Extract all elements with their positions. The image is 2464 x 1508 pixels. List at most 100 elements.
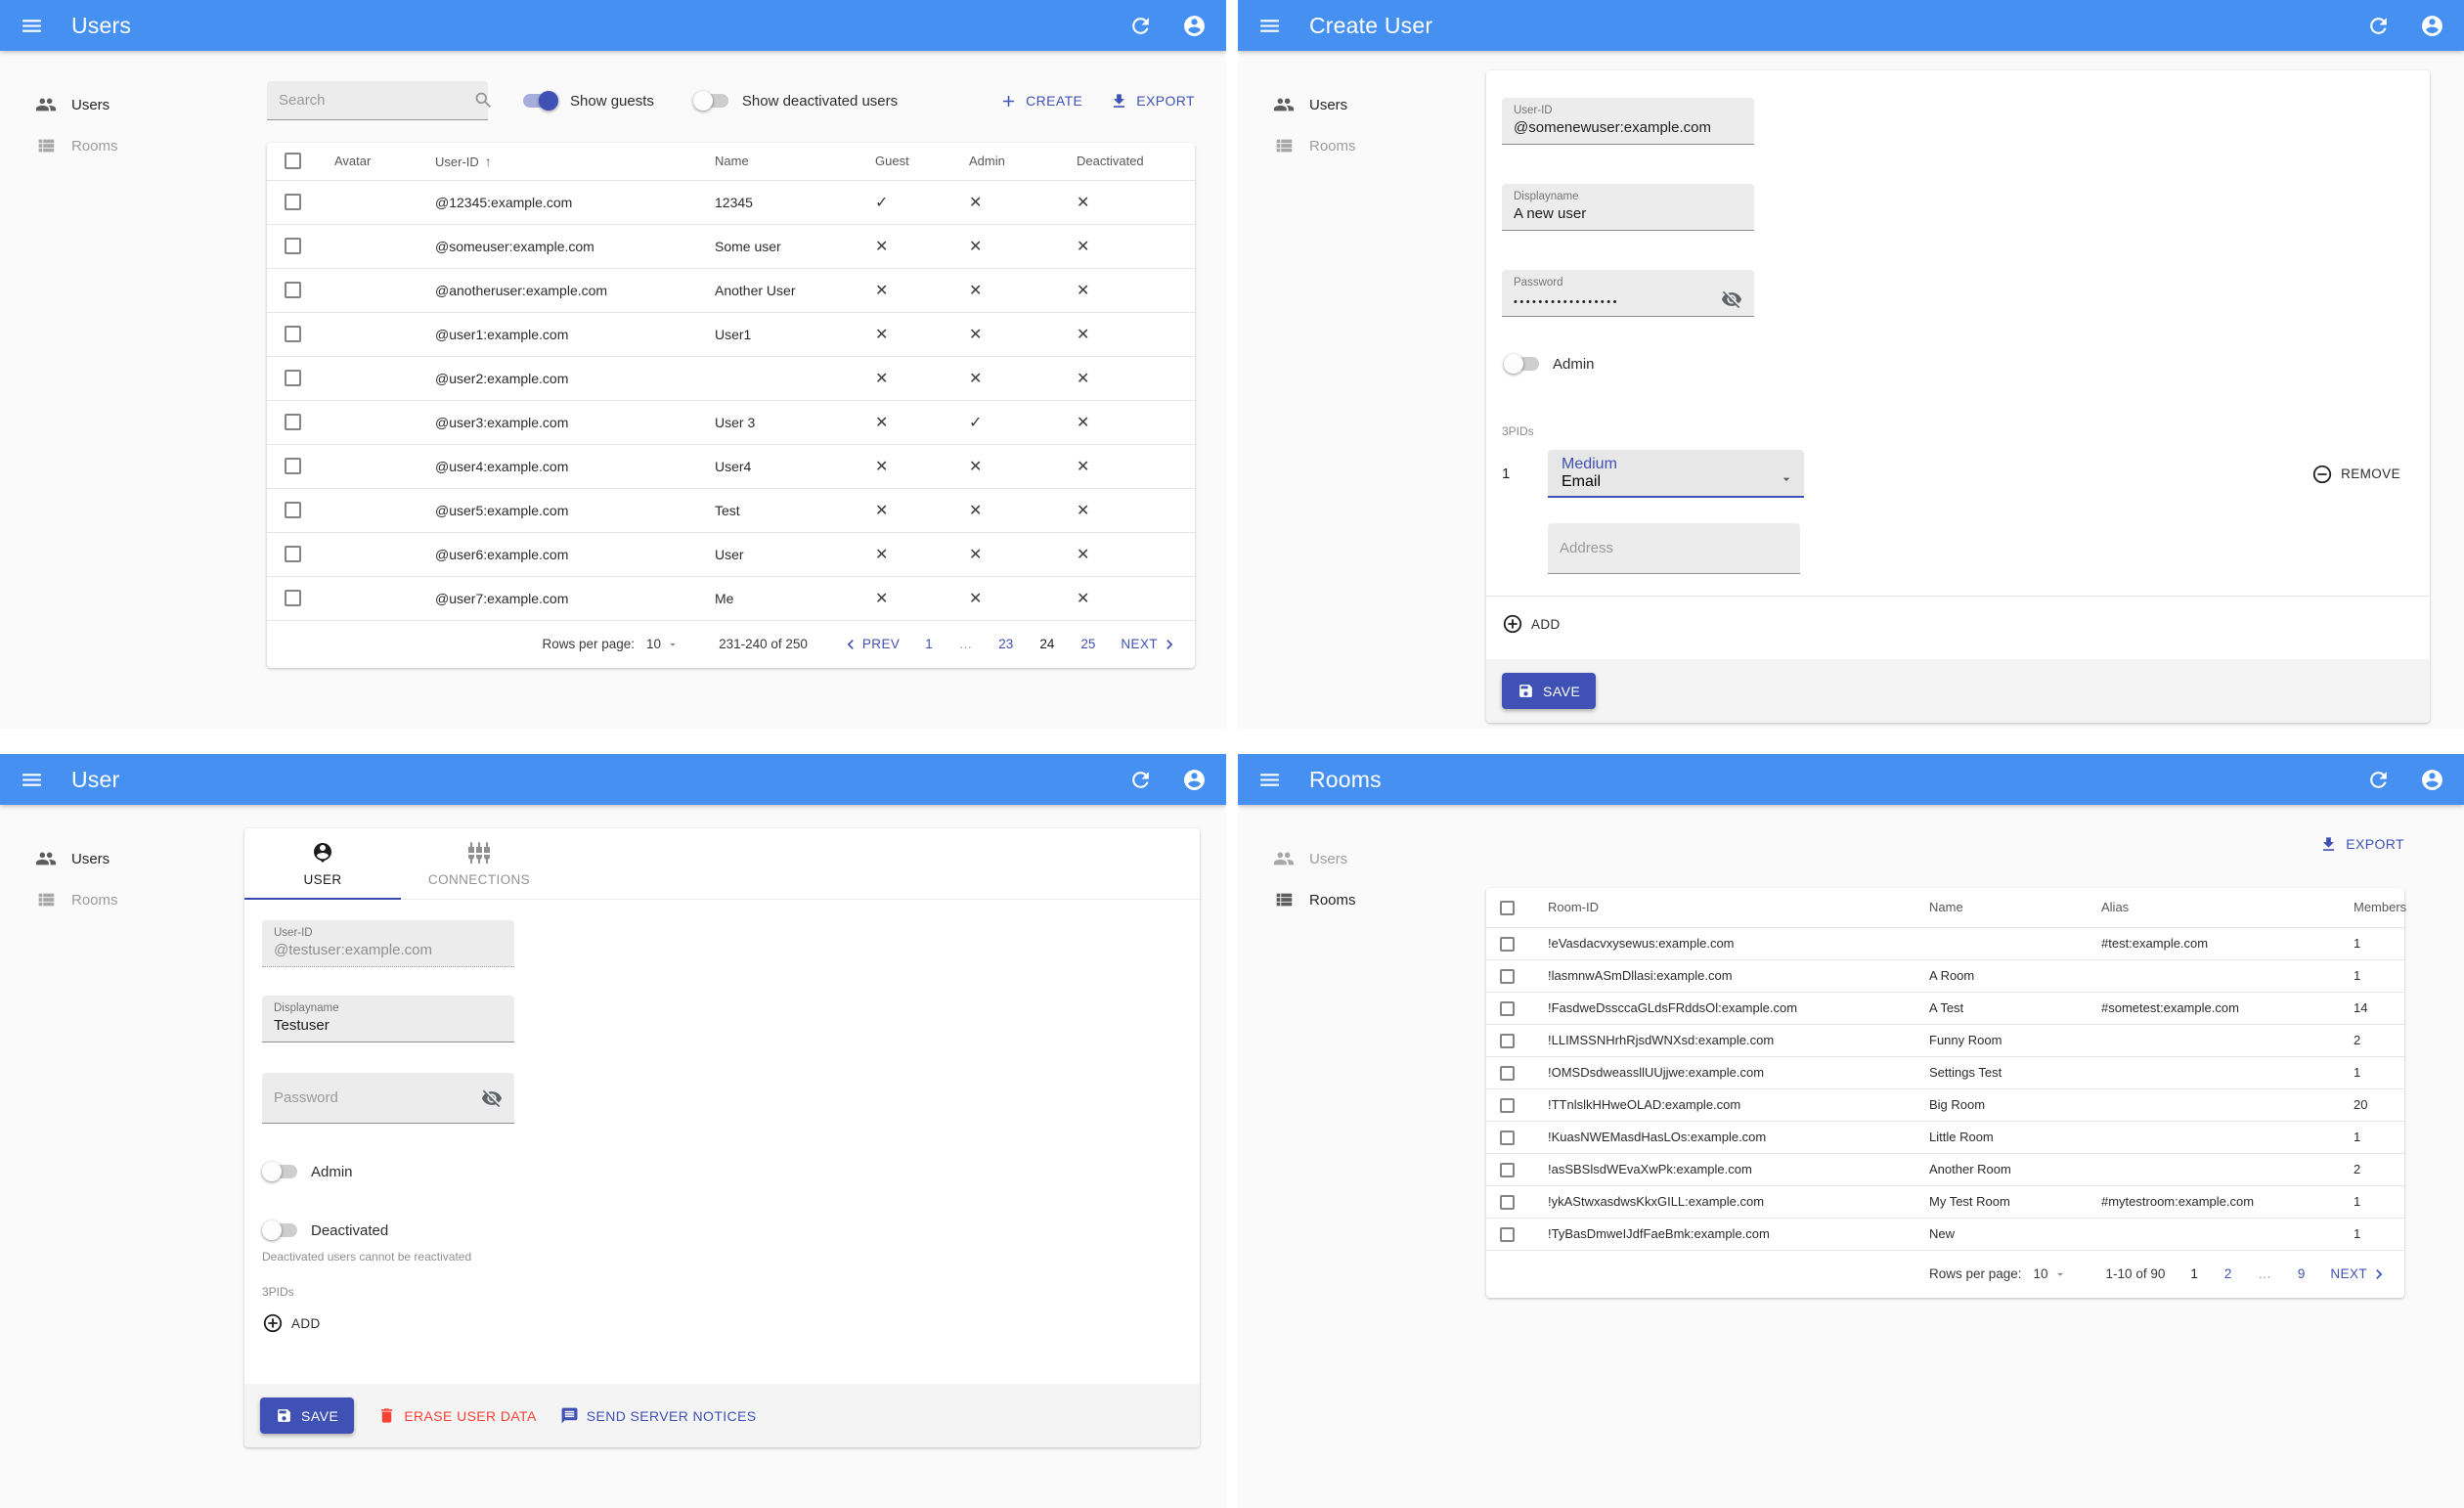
export-button[interactable]: EXPORT: [1110, 92, 1195, 111]
send-server-notices-button[interactable]: SEND SERVER NOTICES: [560, 1406, 757, 1425]
deactivated-switch[interactable]: [262, 1220, 299, 1240]
export-button[interactable]: EXPORT: [2319, 834, 2404, 854]
account-icon[interactable]: [2420, 768, 2444, 792]
room-table-row[interactable]: !lasmnwASmDllasi:example.com A Room 1: [1486, 959, 2404, 993]
room-table-row[interactable]: !ykAStwxasdwsKkxGILL:example.com My Test …: [1486, 1185, 2404, 1219]
user-id-field[interactable]: User-ID @somenewuser:example.com: [1502, 98, 1754, 145]
refresh-icon[interactable]: [1128, 768, 1153, 792]
row-checkbox[interactable]: [1500, 1000, 1515, 1016]
user-table-row[interactable]: @user6:example.com User ✕ ✕ ✕: [267, 532, 1195, 577]
tab-connections[interactable]: CONNECTIONS: [401, 828, 557, 899]
sidebar-item-rooms[interactable]: Rooms: [1238, 879, 1482, 920]
row-checkbox[interactable]: [285, 238, 301, 255]
room-table-row[interactable]: !TyBasDmweIJdfFaeBmk:example.com New 1: [1486, 1218, 2404, 1251]
row-checkbox[interactable]: [1500, 968, 1515, 984]
room-table-row[interactable]: !asSBSlsdWEvaXwPk:example.com Another Roo…: [1486, 1153, 2404, 1186]
sidebar-item-rooms[interactable]: Rooms: [0, 125, 244, 166]
admin-switch[interactable]: [262, 1162, 299, 1181]
next-button[interactable]: NEXT: [1121, 635, 1179, 654]
refresh-icon[interactable]: [2366, 768, 2391, 792]
room-table-row[interactable]: !LLIMSSNHrhRjsdWNXsd:example.com Funny Ro…: [1486, 1024, 2404, 1057]
rows-per-page-select[interactable]: 10: [646, 637, 680, 651]
user-table-row[interactable]: @12345:example.com 12345 ✓ ✕ ✕: [267, 180, 1195, 225]
rows-per-page-select[interactable]: 10: [2034, 1266, 2067, 1281]
page-link-25[interactable]: 25: [1080, 637, 1095, 651]
user-table-row[interactable]: @user1:example.com User1 ✕ ✕ ✕: [267, 312, 1195, 357]
page-link-9[interactable]: 9: [2298, 1266, 2306, 1281]
column-header-members[interactable]: Members: [2339, 888, 2406, 928]
admin-switch[interactable]: [1504, 354, 1541, 374]
column-header-room-id[interactable]: Room-ID: [1533, 888, 1914, 928]
remove-button[interactable]: REMOVE: [2311, 464, 2400, 485]
user-table-row[interactable]: @someuser:example.com Some user ✕ ✕ ✕: [267, 224, 1195, 269]
room-table-row[interactable]: !eVasdacvxysewus:example.com #test:exampl…: [1486, 927, 2404, 960]
account-icon[interactable]: [1182, 768, 1207, 792]
visibility-off-icon[interactable]: [1721, 288, 1742, 310]
displayname-field[interactable]: Displayname Testuser: [262, 996, 514, 1042]
row-checkbox[interactable]: [285, 414, 301, 431]
add-button[interactable]: ADD: [262, 1312, 321, 1334]
address-field[interactable]: Address: [1548, 523, 1800, 574]
row-checkbox[interactable]: [1500, 1065, 1515, 1081]
room-table-row[interactable]: !FasdweDssccaGLdsFRddsOl:example.com A Te…: [1486, 992, 2404, 1025]
sidebar-item-users[interactable]: Users: [1238, 838, 1482, 879]
row-checkbox[interactable]: [285, 502, 301, 519]
row-checkbox[interactable]: [285, 326, 301, 343]
room-table-row[interactable]: !TTnlslkHHweOLAD:example.com Big Room 20: [1486, 1088, 2404, 1122]
visibility-off-icon[interactable]: [481, 1087, 503, 1109]
room-table-row[interactable]: !KuasNWEMasdHasLOs:example.com Little Roo…: [1486, 1121, 2404, 1154]
displayname-field[interactable]: Displayname A new user: [1502, 184, 1754, 231]
page-link-2[interactable]: 2: [2224, 1266, 2232, 1281]
medium-select[interactable]: Medium Email: [1548, 450, 1804, 498]
row-checkbox[interactable]: [1500, 1033, 1515, 1048]
row-checkbox[interactable]: [285, 194, 301, 211]
search-field[interactable]: [267, 81, 488, 120]
create-button[interactable]: CREATE: [999, 92, 1082, 111]
row-checkbox[interactable]: [1500, 1097, 1515, 1113]
column-header-deactivated[interactable]: Deactivated: [1065, 143, 1195, 181]
column-header-alias[interactable]: Alias: [2087, 888, 2339, 928]
column-header-guest[interactable]: Guest: [863, 143, 957, 181]
row-checkbox[interactable]: [285, 590, 301, 607]
user-table-row[interactable]: @user7:example.com Me ✕ ✕ ✕: [267, 576, 1195, 621]
account-icon[interactable]: [1182, 14, 1207, 38]
refresh-icon[interactable]: [2366, 14, 2391, 38]
user-table-row[interactable]: @user4:example.com User4 ✕ ✕ ✕: [267, 444, 1195, 489]
show-deactivated-switch[interactable]: [692, 91, 730, 111]
user-table-row[interactable]: @anotheruser:example.com Another User ✕ ✕ ✕: [267, 268, 1195, 313]
hamburger-menu-icon[interactable]: [1257, 768, 1282, 792]
column-header-admin[interactable]: Admin: [957, 143, 1065, 181]
hamburger-menu-icon[interactable]: [1257, 14, 1282, 38]
add-button[interactable]: ADD: [1502, 613, 1561, 635]
room-table-row[interactable]: !OMSDsdweassllUUjjwe:example.com Settings…: [1486, 1056, 2404, 1089]
row-checkbox[interactable]: [1500, 1162, 1515, 1177]
password-field[interactable]: Password: [262, 1073, 514, 1124]
account-icon[interactable]: [2420, 14, 2444, 38]
sidebar-item-rooms[interactable]: Rooms: [0, 879, 244, 920]
row-checkbox[interactable]: [285, 458, 301, 475]
row-checkbox[interactable]: [285, 282, 301, 299]
page-link-1[interactable]: 1: [925, 637, 933, 651]
column-header-user-id[interactable]: User-ID ↑: [423, 143, 703, 181]
hamburger-menu-icon[interactable]: [20, 14, 44, 38]
prev-button[interactable]: PREV: [841, 635, 900, 654]
row-checkbox[interactable]: [1500, 1194, 1515, 1210]
column-header-avatar[interactable]: Avatar: [322, 143, 423, 181]
search-input[interactable]: [279, 92, 473, 109]
save-button[interactable]: SAVE: [1502, 673, 1597, 709]
row-checkbox[interactable]: [1500, 1130, 1515, 1145]
sidebar-item-users[interactable]: Users: [1238, 84, 1482, 125]
row-checkbox[interactable]: [285, 370, 301, 387]
erase-user-data-button[interactable]: ERASE USER DATA: [377, 1406, 536, 1425]
select-all-checkbox[interactable]: [1500, 900, 1515, 915]
refresh-icon[interactable]: [1128, 14, 1153, 38]
row-checkbox[interactable]: [285, 546, 301, 563]
show-guests-switch[interactable]: [521, 91, 558, 111]
select-all-checkbox[interactable]: [285, 153, 301, 170]
user-table-row[interactable]: @user5:example.com Test ✕ ✕ ✕: [267, 488, 1195, 533]
row-checkbox[interactable]: [1500, 936, 1515, 952]
sidebar-item-rooms[interactable]: Rooms: [1238, 125, 1482, 166]
column-header-name[interactable]: Name: [703, 143, 863, 181]
sidebar-item-users[interactable]: Users: [0, 84, 244, 125]
password-field[interactable]: Password •••••••••••••••••: [1502, 270, 1754, 317]
